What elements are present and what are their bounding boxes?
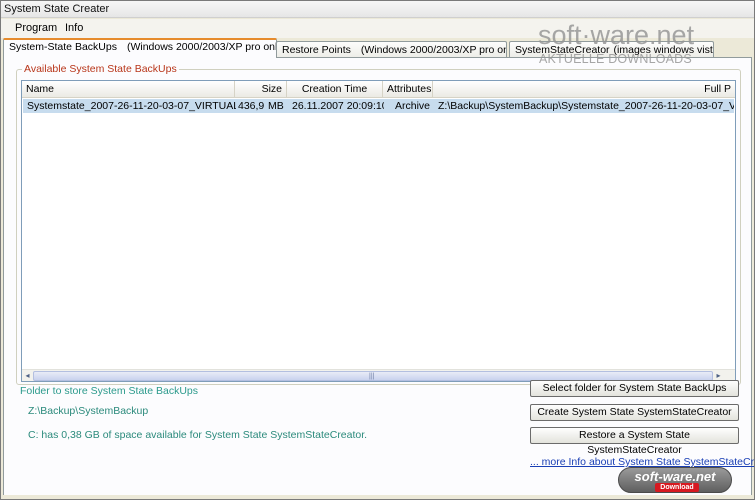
backups-group-title: Available System State BackUps: [22, 63, 179, 75]
app-window: System State Creater Program Info System…: [0, 0, 755, 500]
tab-label: SystemStateCreator: [515, 44, 610, 56]
cell-full-path: Z:\Backup\SystemBackup\Systemstate_2007-…: [438, 100, 734, 112]
tab-sublabel: (Windows 2000/2003/XP pro only): [360, 44, 507, 56]
cell-creation-time: 26.11.2007 20:09:10: [292, 100, 384, 112]
folder-path: Z:\Backup\SystemBackup: [28, 405, 149, 417]
table-row[interactable]: Systemstate_2007-26-11-20-03-07_VIRTUALP…: [23, 99, 734, 113]
tab-label: Restore Points: [282, 44, 351, 56]
tab-strip: System-State BackUps (Windows 2000/2003/X…: [1, 38, 754, 59]
tab-system-state-backups[interactable]: System-State BackUps (Windows 2000/2003/X…: [3, 38, 277, 58]
menu-program[interactable]: Program: [15, 22, 57, 34]
column-header-attributes[interactable]: Attributes: [383, 81, 433, 98]
status-bar: [1, 495, 754, 499]
backups-groupbox: Available System State BackUps Name Size…: [16, 63, 741, 385]
watermark-badge: soft-ware.net Download: [618, 467, 732, 493]
cell-size-unit: MB: [268, 100, 284, 112]
scroll-grip-icon: |||: [369, 373, 375, 380]
window-title: System State Creater: [1, 1, 754, 18]
select-folder-button[interactable]: Select folder for System State BackUps: [530, 380, 739, 397]
menu-info[interactable]: Info: [65, 22, 83, 34]
list-header: Name Size Creation Time Attributes Full …: [22, 81, 735, 98]
watermark-badge-download: Download: [655, 483, 699, 492]
folder-section-title: Folder to store System State BackUps: [20, 385, 198, 397]
tab-panel: Available System State BackUps Name Size…: [3, 57, 754, 497]
cell-size: 436,9: [238, 100, 265, 112]
backups-list[interactable]: Name Size Creation Time Attributes Full …: [21, 80, 736, 382]
restore-system-state-button[interactable]: Restore a System State SystemStateCreato…: [530, 427, 739, 456]
cell-attributes: Archive: [394, 100, 430, 112]
column-header-full-path[interactable]: Full P: [433, 81, 735, 98]
create-system-state-button[interactable]: Create System State SystemStateCreator: [530, 404, 739, 421]
watermark-badge-title: soft-ware.net: [634, 469, 716, 484]
column-header-name[interactable]: Name: [22, 81, 235, 98]
tab-label: System-State BackUps: [9, 41, 117, 53]
menu-bar: Program Info: [1, 19, 754, 38]
column-header-size[interactable]: Size: [235, 81, 287, 98]
scroll-left-icon[interactable]: ◂: [22, 371, 33, 381]
column-header-creation-time[interactable]: Creation Time: [287, 81, 383, 98]
tab-sublabel: (Windows 2000/2003/XP pro only): [126, 41, 277, 53]
tab-sublabel: (images windows vista only): [613, 44, 713, 56]
free-space-info: C: has 0,38 GB of space available for Sy…: [28, 429, 368, 441]
cell-name: Systemstate_2007-26-11-20-03-07_VIRTUALP…: [27, 100, 236, 112]
